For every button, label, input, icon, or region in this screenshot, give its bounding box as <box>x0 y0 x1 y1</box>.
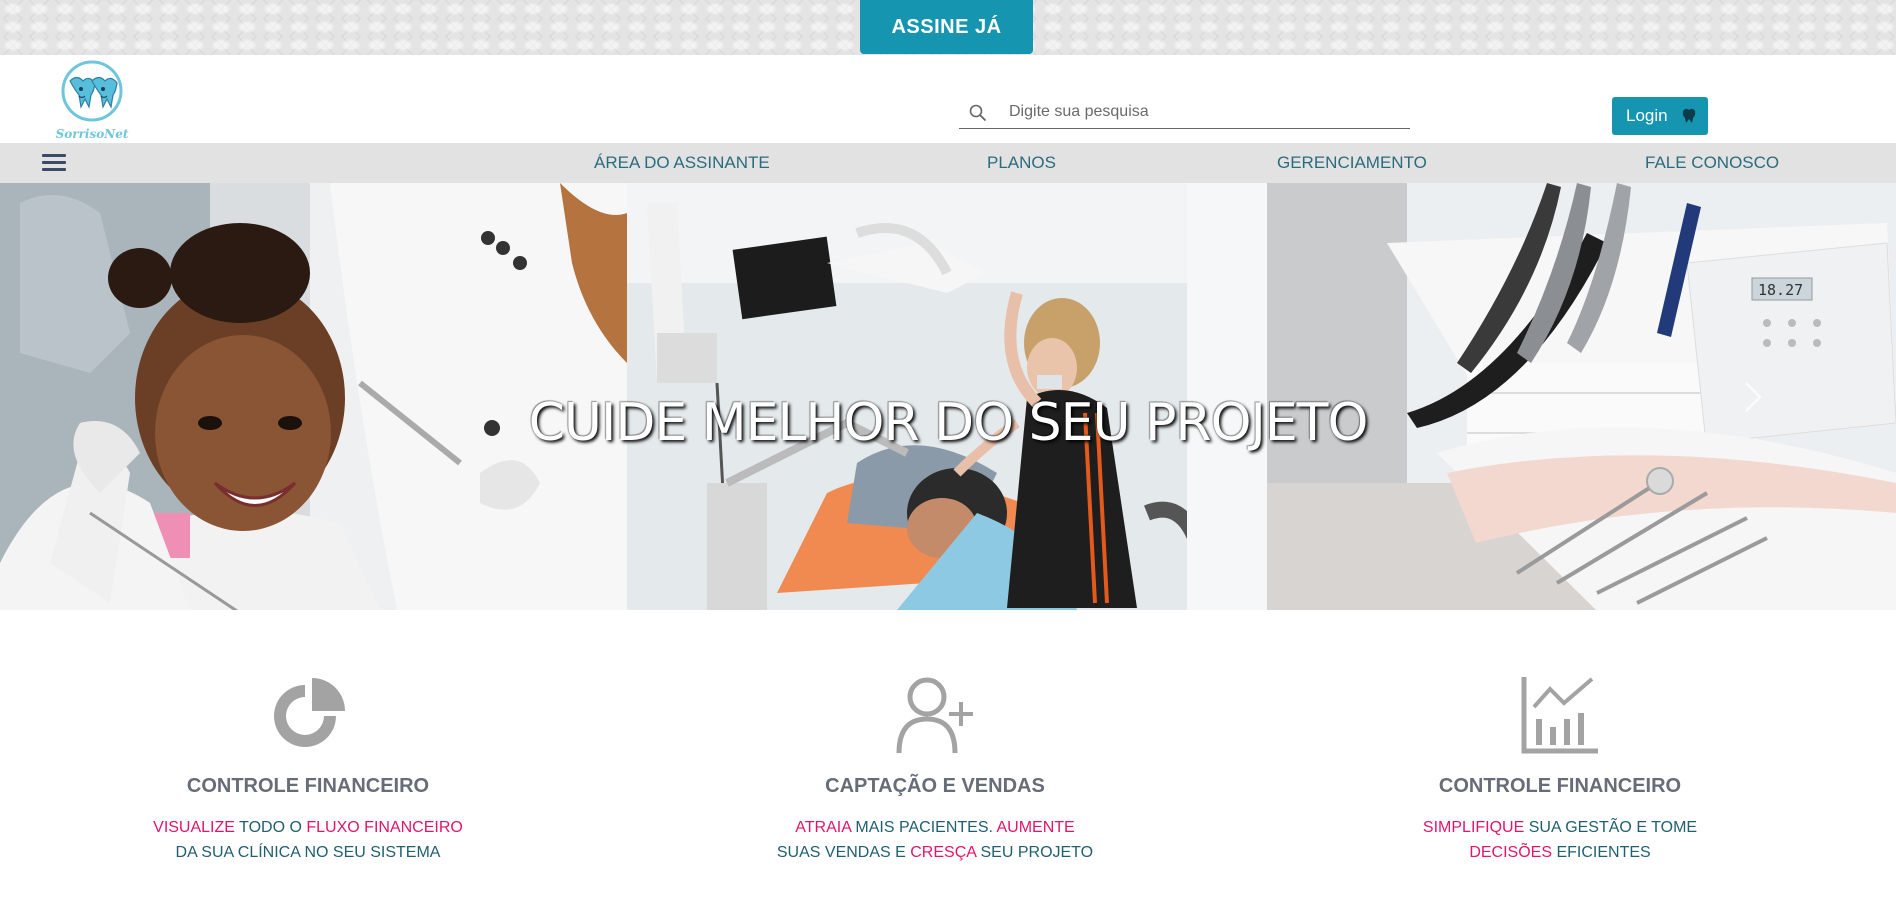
nav-item-area-do-assinante[interactable]: ÁREA DO ASSINANTE <box>594 153 770 173</box>
login-label: Login <box>1626 106 1668 125</box>
feature-title: CAPTAÇÃO E VENDAS <box>825 775 1045 797</box>
logo[interactable]: SorrisoNet <box>50 60 135 142</box>
feature-title: CONTROLE FINANCEIRO <box>186 775 430 797</box>
feature-financial-control: CONTROLE FINANCEIRO VISUALIZE TODO O FLU… <box>98 675 518 865</box>
feature-description: SIMPLIFIQUE SUA GESTÃO E TOME DECISÕES E… <box>1422 819 1698 861</box>
nav-item-gerenciamento[interactable]: GERENCIAMENTO <box>1277 153 1427 173</box>
pie-chart-icon <box>274 678 345 747</box>
main-nav: ÁREA DO ASSINANTE PLANOS GERENCIAMENTO F… <box>0 143 1896 183</box>
logo-text: SorrisoNet <box>56 127 129 141</box>
feature-title: CONTROLE FINANCEIRO <box>1438 775 1682 797</box>
header: SorrisoNet Login <box>0 55 1896 143</box>
tooth-icon <box>1682 108 1696 123</box>
hero-title: CUIDE MELHOR DO SEU PROJETO <box>528 393 1369 453</box>
subscribe-button[interactable]: ASSINE JÁ <box>860 0 1033 54</box>
bar-chart-icon <box>1521 677 1598 754</box>
search-icon[interactable] <box>969 104 987 122</box>
nav-item-planos[interactable]: PLANOS <box>987 153 1056 173</box>
feature-description: VISUALIZE TODO O FLUXO FINANCEIRO DA SUA… <box>153 819 463 861</box>
feature-management: CONTROLE FINANCEIRO SIMPLIFIQUE SUA GEST… <box>1350 675 1770 865</box>
svg-text:18.27: 18.27 <box>1758 281 1803 299</box>
hero-carousel: 18.27 CUIDE MELHOR DO SEU PROJETO <box>0 183 1896 610</box>
add-user-icon <box>896 677 973 754</box>
carousel-next-icon[interactable] <box>1742 379 1764 415</box>
search-input[interactable] <box>1007 98 1401 126</box>
menu-icon[interactable] <box>42 154 66 172</box>
login-button[interactable]: Login <box>1612 97 1708 135</box>
feature-sales-acquisition: CAPTAÇÃO E VENDAS ATRAIA MAIS PACIENTES.… <box>725 675 1145 865</box>
search-box <box>959 96 1410 129</box>
feature-description: ATRAIA MAIS PACIENTES. AUMENTE SUAS VEND… <box>776 819 1094 861</box>
nav-item-fale-conosco[interactable]: FALE CONOSCO <box>1645 153 1779 173</box>
top-banner: ASSINE JÁ <box>0 0 1896 55</box>
